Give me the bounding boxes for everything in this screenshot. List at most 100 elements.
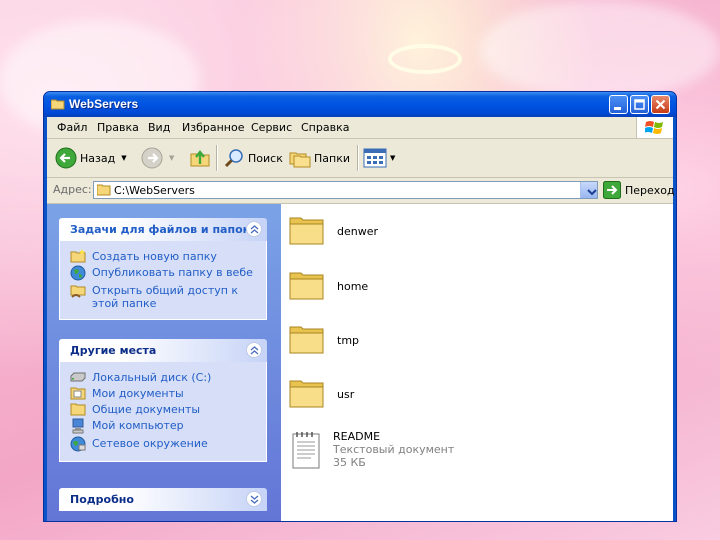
task-pane: Задачи для файлов и папок Создать новую … <box>47 204 281 521</box>
menu-edit[interactable]: Правка <box>97 121 139 134</box>
place-my-documents[interactable]: Мои документы <box>70 387 256 400</box>
up-folder-icon <box>190 150 210 167</box>
file-name: home <box>337 280 369 293</box>
views-button[interactable]: ▼ <box>363 139 395 177</box>
address-value: C:\WebServers <box>114 184 195 197</box>
menu-favorites[interactable]: Избранное <box>182 121 244 134</box>
task-new-folder[interactable]: Создать новую папку <box>70 249 256 263</box>
maximize-button[interactable] <box>630 95 649 114</box>
details-title: Подробно <box>70 493 134 506</box>
file-item-readme[interactable]: README Текстовый документ 35 КБ <box>289 430 454 470</box>
back-label: Назад <box>80 151 116 165</box>
chevron-down-icon[interactable]: ▼ <box>121 154 126 162</box>
folder-item-home[interactable]: home <box>289 267 368 301</box>
folder-icon <box>97 184 111 196</box>
halo-decoration <box>388 44 462 74</box>
folder-item-denwer[interactable]: denwer <box>289 212 378 246</box>
file-tasks-header[interactable]: Задачи для файлов и папок <box>59 218 267 241</box>
place-network[interactable]: Сетевое окружение <box>70 436 256 452</box>
address-input[interactable]: C:\WebServers <box>93 181 598 199</box>
menu-bar: Файл Правка Вид Избранное Сервис Справка <box>47 117 673 139</box>
folder-item-usr[interactable]: usr <box>289 375 354 409</box>
collapse-icon[interactable] <box>246 342 262 358</box>
folders-icon <box>289 152 311 168</box>
place-label: Мой компьютер <box>92 419 184 432</box>
file-tasks-panel: Задачи для файлов и папок Создать новую … <box>59 218 267 320</box>
menu-view[interactable]: Вид <box>148 121 170 134</box>
menu-help[interactable]: Справка <box>301 121 349 134</box>
window-title: WebServers <box>69 97 139 111</box>
file-name: usr <box>337 388 355 401</box>
file-tasks-title: Задачи для файлов и папок <box>70 223 251 236</box>
search-icon <box>224 149 243 168</box>
place-my-computer[interactable]: Мой компьютер <box>70 418 256 434</box>
up-button[interactable] <box>189 139 211 177</box>
explorer-body: Задачи для файлов и папок Создать новую … <box>47 203 673 521</box>
text-document-icon <box>292 432 320 469</box>
place-label: Общие документы <box>92 403 201 416</box>
chevron-down-icon <box>587 189 597 196</box>
place-shared-documents[interactable]: Общие документы <box>70 403 256 416</box>
network-globe-icon <box>70 436 86 452</box>
task-publish-web[interactable]: Опубликовать папку в вебе <box>70 265 256 281</box>
folders-button[interactable]: Папки <box>289 139 350 177</box>
folder-icon <box>289 217 324 245</box>
expand-icon[interactable] <box>246 491 262 507</box>
windows-logo-icon <box>636 117 673 138</box>
shared-documents-icon <box>70 403 86 416</box>
my-documents-icon <box>70 387 86 400</box>
task-label: Опубликовать папку в вебе <box>92 266 253 279</box>
chevron-down-icon[interactable]: ▼ <box>169 154 174 162</box>
go-button[interactable]: Переход <box>603 181 675 199</box>
folders-label: Папки <box>314 151 350 165</box>
collapse-icon[interactable] <box>246 221 262 237</box>
my-computer-icon <box>72 418 84 434</box>
forward-button[interactable]: ▼ <box>141 139 174 177</box>
folder-icon <box>51 99 65 110</box>
file-name: README <box>333 430 381 443</box>
place-local-disk[interactable]: Локальный диск (C:) <box>70 371 256 384</box>
globe-icon <box>70 265 86 281</box>
folder-icon <box>289 326 324 354</box>
address-dropdown-button[interactable] <box>580 182 597 198</box>
folder-item-tmp[interactable]: tmp <box>289 321 359 355</box>
address-label: Адрес: <box>53 183 92 196</box>
chevron-down-icon[interactable]: ▼ <box>390 154 395 162</box>
back-arrow-icon <box>55 147 77 169</box>
menu-file[interactable]: Файл <box>57 121 87 134</box>
task-label: Открыть общий доступ к этой папке <box>92 284 239 310</box>
toolbar: Назад ▼ ▼ Поиск Папки ▼ <box>47 139 673 178</box>
back-button[interactable]: Назад ▼ <box>55 139 127 177</box>
title-bar[interactable]: WebServers <box>44 92 676 117</box>
file-size: 35 КБ <box>333 456 366 469</box>
search-button[interactable]: Поиск <box>223 139 283 177</box>
file-list: denwer home tmp usr README Текстовый док… <box>281 204 673 521</box>
new-folder-icon <box>70 249 86 263</box>
other-places-panel: Другие места Локальный диск (C:) Мои док… <box>59 339 267 462</box>
file-name: denwer <box>337 225 379 238</box>
place-label: Сетевое окружение <box>92 437 208 450</box>
views-icon <box>363 148 387 168</box>
menu-tools[interactable]: Сервис <box>251 121 292 134</box>
details-header[interactable]: Подробно <box>59 488 267 511</box>
go-arrow-icon <box>603 181 621 199</box>
other-places-header[interactable]: Другие места <box>59 339 267 362</box>
place-label: Мои документы <box>92 387 184 400</box>
address-bar: Адрес: C:\WebServers Переход <box>47 179 675 201</box>
search-label: Поиск <box>248 151 283 165</box>
place-label: Локальный диск (C:) <box>92 371 212 384</box>
folder-icon <box>289 272 324 300</box>
minimize-button[interactable] <box>609 95 628 114</box>
close-button[interactable] <box>651 95 670 114</box>
task-share-folder[interactable]: Открыть общий доступ к этой папке <box>70 284 256 310</box>
folder-icon <box>289 380 324 408</box>
other-places-title: Другие места <box>70 344 157 357</box>
file-type: Текстовый документ <box>333 443 455 456</box>
hard-drive-icon <box>70 372 86 382</box>
details-panel: Подробно <box>59 488 267 511</box>
shared-folder-icon <box>70 285 86 298</box>
window-client: Файл Правка Вид Избранное Сервис Справка <box>47 117 675 521</box>
explorer-window: WebServers Файл Правка Вид Избранное Сер… <box>43 91 677 522</box>
go-label: Переход <box>625 183 675 197</box>
task-label: Создать новую папку <box>92 250 217 263</box>
